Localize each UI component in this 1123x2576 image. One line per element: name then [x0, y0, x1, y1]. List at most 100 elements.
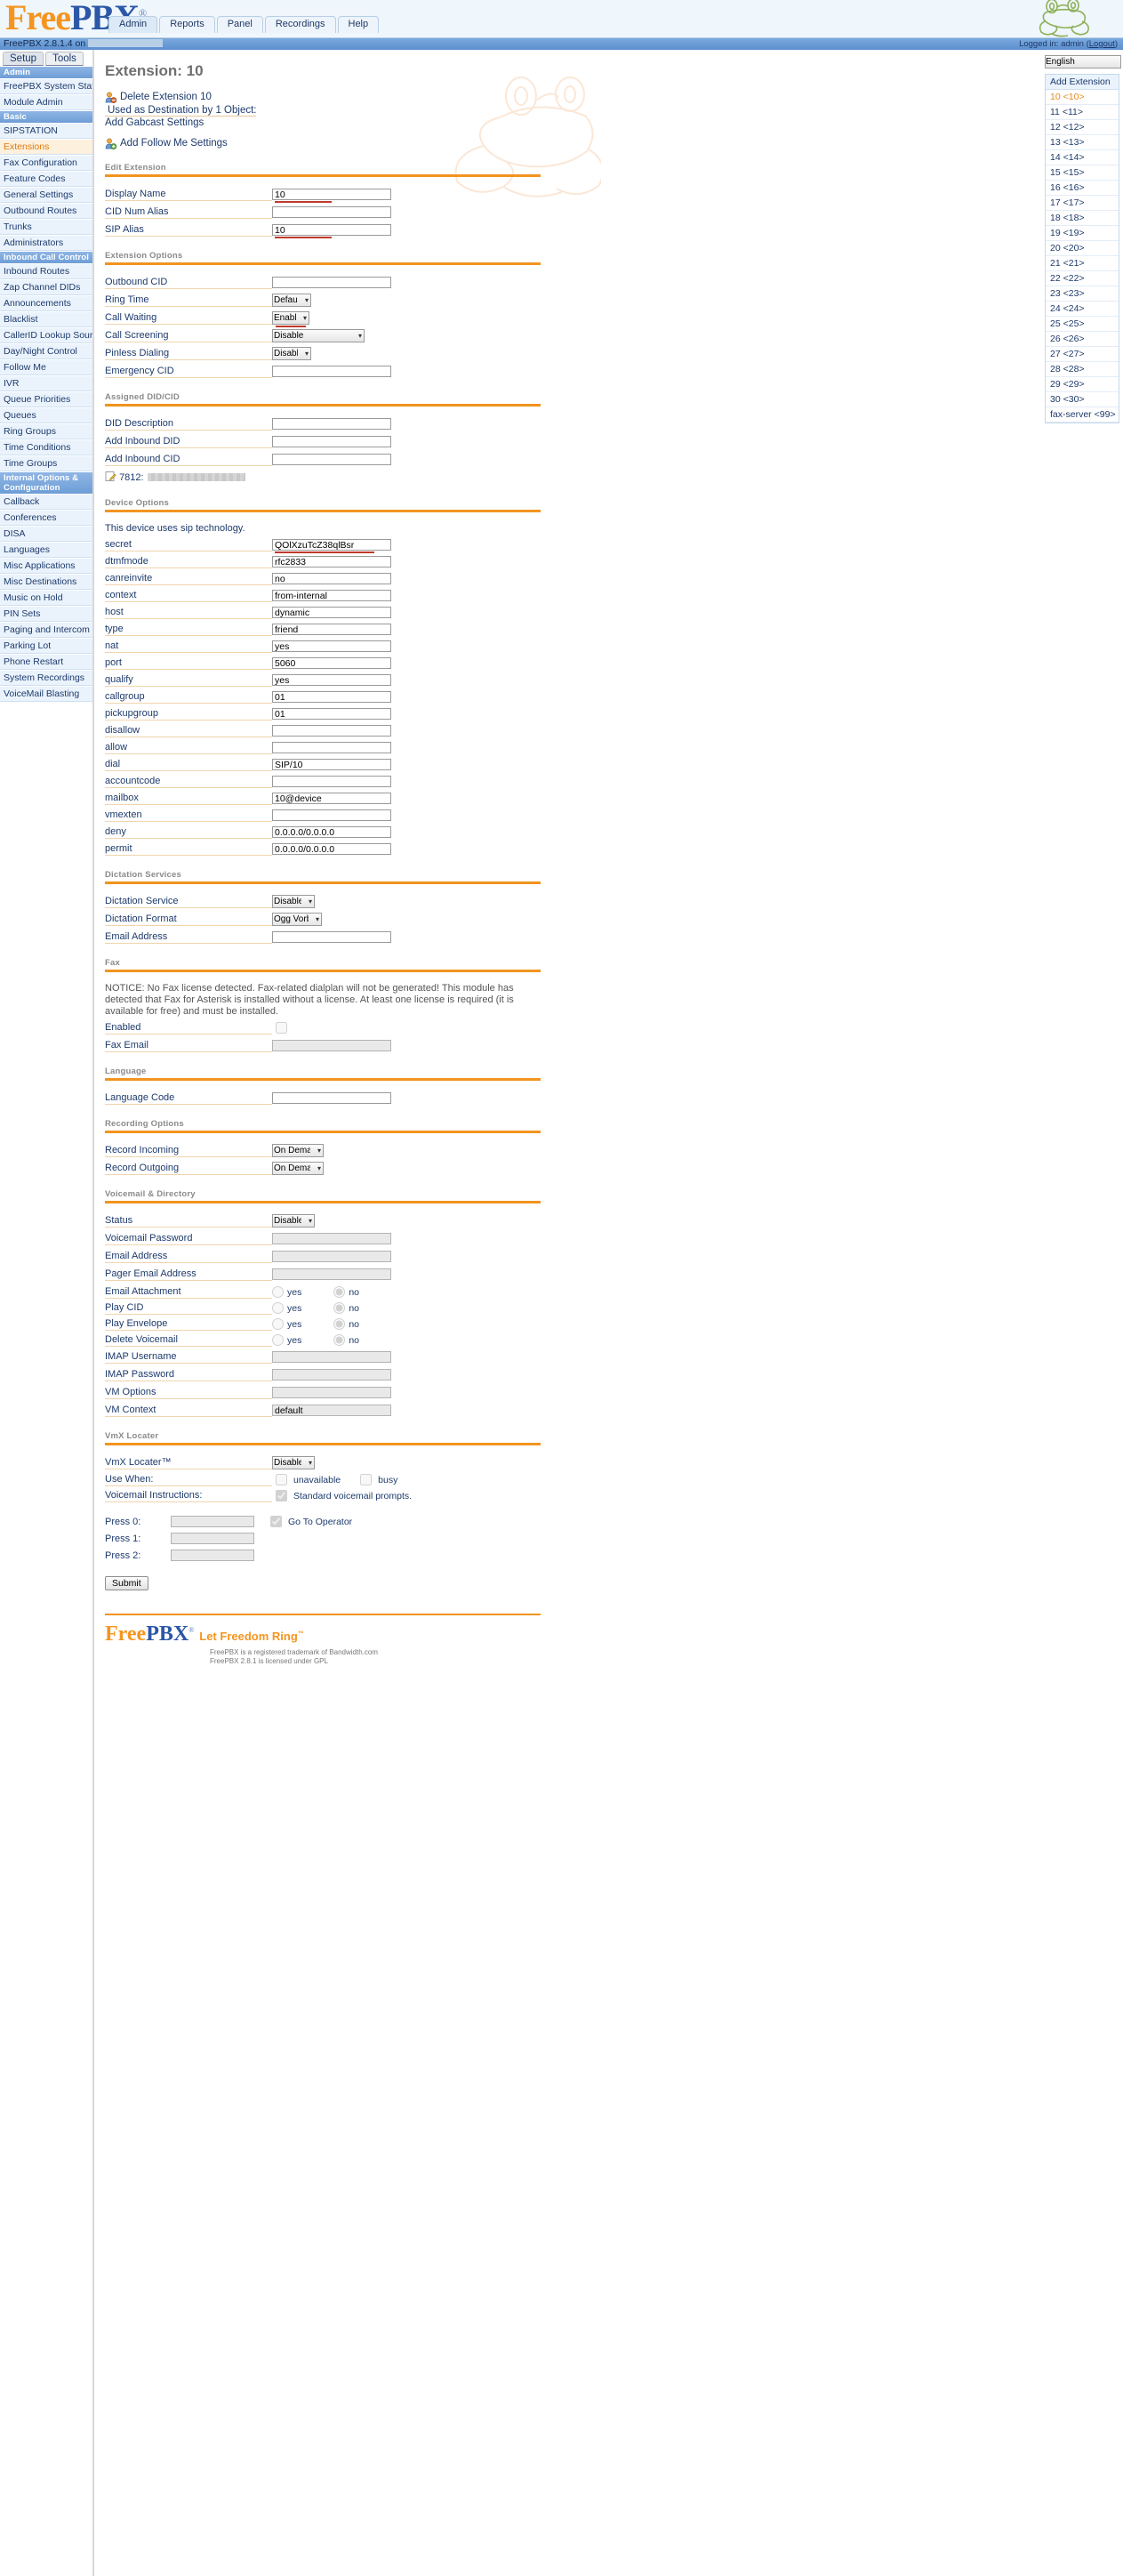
type-input[interactable]	[272, 624, 391, 635]
sidebar-item-time-groups[interactable]: Time Groups	[0, 455, 92, 471]
secret-input[interactable]	[272, 539, 391, 551]
email-attachment-no-radio[interactable]	[333, 1286, 346, 1298]
add-follow-me-settings-link[interactable]: Add Follow Me Settings	[120, 137, 228, 150]
imap-username-input[interactable]	[272, 1351, 391, 1363]
vmexten-input[interactable]	[272, 809, 391, 821]
deny-input[interactable]	[272, 826, 391, 838]
port-input[interactable]	[272, 657, 391, 669]
add-gabcast-settings-link[interactable]: Add Gabcast Settings	[105, 117, 204, 130]
sidebar-item-extensions[interactable]: Extensions	[0, 139, 92, 155]
extension-list-item[interactable]: 26 <26>	[1046, 332, 1119, 347]
sidebar-item-disa[interactable]: DISA	[0, 526, 92, 542]
fax-email-input[interactable]	[272, 1040, 391, 1051]
sidebar-item-blacklist[interactable]: Blacklist	[0, 311, 92, 327]
edit-icon[interactable]	[105, 471, 116, 482]
press0-input[interactable]	[171, 1516, 254, 1527]
callgroup-input[interactable]	[272, 691, 391, 703]
extension-list-item[interactable]: 11 <11>	[1046, 105, 1119, 120]
sidebar-item-callback[interactable]: Callback	[0, 494, 92, 510]
accountcode-input[interactable]	[272, 776, 391, 787]
qualify-input[interactable]	[272, 674, 391, 686]
sidebar-item-ring-groups[interactable]: Ring Groups	[0, 423, 92, 439]
vm-pager-email-input[interactable]	[272, 1268, 391, 1280]
did-description-input[interactable]	[272, 418, 391, 430]
go-to-operator-checkbox[interactable]	[270, 1516, 282, 1527]
delete-voicemail-yes-radio[interactable]	[272, 1334, 284, 1346]
sidebar-item-feature-codes[interactable]: Feature Codes	[0, 171, 92, 187]
ring-time-select[interactable]: Default	[272, 294, 311, 307]
play-cid-no-radio[interactable]	[333, 1302, 346, 1314]
extension-list-item[interactable]: 24 <24>	[1046, 302, 1119, 317]
sidebar-item-time-conditions[interactable]: Time Conditions	[0, 439, 92, 455]
dictation-email-input[interactable]	[272, 931, 391, 943]
sidebar-item-fax-configuration[interactable]: Fax Configuration	[0, 155, 92, 171]
delete-voicemail-no-radio[interactable]	[333, 1334, 346, 1346]
extension-list-item[interactable]: 10 <10>	[1046, 90, 1119, 105]
extension-list-item[interactable]: 23 <23>	[1046, 286, 1119, 302]
cid-num-alias-input[interactable]	[272, 206, 391, 218]
dictation-format-select[interactable]: Ogg Vorbis	[272, 913, 322, 926]
extension-list-item[interactable]: 16 <16>	[1046, 181, 1119, 196]
dial-input[interactable]	[272, 759, 391, 770]
display-name-input[interactable]	[272, 189, 391, 200]
sidebar-item-callerid-lookup-sources[interactable]: CallerID Lookup Sources	[0, 327, 92, 343]
sidebar-item-languages[interactable]: Languages	[0, 542, 92, 558]
sidebar-item-administrators[interactable]: Administrators	[0, 235, 92, 251]
call-screening-select[interactable]: Disable	[272, 329, 365, 342]
add-inbound-did-input[interactable]	[272, 436, 391, 447]
sidebar-item-pin-sets[interactable]: PIN Sets	[0, 606, 92, 622]
record-incoming-select[interactable]: On Demand	[272, 1144, 324, 1157]
nav-tab-recordings[interactable]: Recordings	[264, 16, 336, 33]
call-waiting-select[interactable]: Enable	[272, 311, 309, 325]
sidebar-item-voicemail-blasting[interactable]: VoiceMail Blasting	[0, 686, 92, 702]
logout-link[interactable]: Logout	[1089, 39, 1115, 49]
extension-list-item[interactable]: fax-server <99>	[1046, 407, 1119, 423]
use-when-busy-checkbox[interactable]	[360, 1474, 373, 1485]
nav-tab-admin[interactable]: Admin	[108, 16, 158, 33]
use-when-unavailable-checkbox[interactable]	[276, 1474, 287, 1485]
submit-button[interactable]: Submit	[105, 1576, 148, 1590]
sidebar-tab-setup[interactable]: Setup	[3, 52, 44, 66]
outbound-cid-input[interactable]	[272, 277, 391, 288]
sidebar-item-parking-lot[interactable]: Parking Lot	[0, 638, 92, 654]
nav-tab-panel[interactable]: Panel	[216, 16, 263, 33]
extension-list-item[interactable]: 25 <25>	[1046, 317, 1119, 332]
extension-list-item[interactable]: 17 <17>	[1046, 196, 1119, 211]
extension-list-item[interactable]: 19 <19>	[1046, 226, 1119, 241]
pickupgroup-input[interactable]	[272, 708, 391, 720]
nav-tab-help[interactable]: Help	[337, 16, 380, 33]
sidebar-item-freepbx-system-status[interactable]: FreePBX System Status	[0, 78, 92, 94]
extension-list-item[interactable]: 27 <27>	[1046, 347, 1119, 362]
sidebar-item-misc-applications[interactable]: Misc Applications	[0, 558, 92, 574]
imap-password-input[interactable]	[272, 1369, 391, 1381]
sidebar-item-inbound-routes[interactable]: Inbound Routes	[0, 263, 92, 279]
disallow-input[interactable]	[272, 725, 391, 737]
sidebar-item-zap-channel-dids[interactable]: Zap Channel DIDs	[0, 279, 92, 295]
nat-input[interactable]	[272, 640, 391, 652]
sidebar-item-day-night-control[interactable]: Day/Night Control	[0, 343, 92, 359]
add-inbound-cid-input[interactable]	[272, 454, 391, 465]
press2-input[interactable]	[171, 1550, 254, 1561]
play-envelope-no-radio[interactable]	[333, 1318, 346, 1330]
nav-tab-reports[interactable]: Reports	[159, 16, 215, 33]
sidebar-item-announcements[interactable]: Announcements	[0, 295, 92, 311]
delete-extension-link[interactable]: Delete Extension 10	[120, 91, 212, 104]
sidebar-item-conferences[interactable]: Conferences	[0, 510, 92, 526]
sidebar-item-follow-me[interactable]: Follow Me	[0, 359, 92, 375]
sidebar-item-outbound-routes[interactable]: Outbound Routes	[0, 203, 92, 219]
standard-prompts-checkbox[interactable]	[276, 1490, 287, 1501]
sidebar-item-music-on-hold[interactable]: Music on Hold	[0, 590, 92, 606]
extension-list-item[interactable]: 18 <18>	[1046, 211, 1119, 226]
extension-list-item[interactable]: 14 <14>	[1046, 150, 1119, 165]
sidebar-item-queues[interactable]: Queues	[0, 407, 92, 423]
sidebar-item-misc-destinations[interactable]: Misc Destinations	[0, 574, 92, 590]
sidebar-item-module-admin[interactable]: Module Admin	[0, 94, 92, 110]
sip-alias-input[interactable]	[272, 224, 391, 236]
email-attachment-yes-radio[interactable]	[272, 1286, 284, 1298]
extension-list-item[interactable]: 30 <30>	[1046, 392, 1119, 407]
record-outgoing-select[interactable]: On Demand	[272, 1162, 324, 1175]
fax-enabled-checkbox[interactable]	[276, 1022, 287, 1034]
extension-list-item[interactable]: 13 <13>	[1046, 135, 1119, 150]
play-cid-yes-radio[interactable]	[272, 1302, 284, 1314]
sidebar-item-trunks[interactable]: Trunks	[0, 219, 92, 235]
